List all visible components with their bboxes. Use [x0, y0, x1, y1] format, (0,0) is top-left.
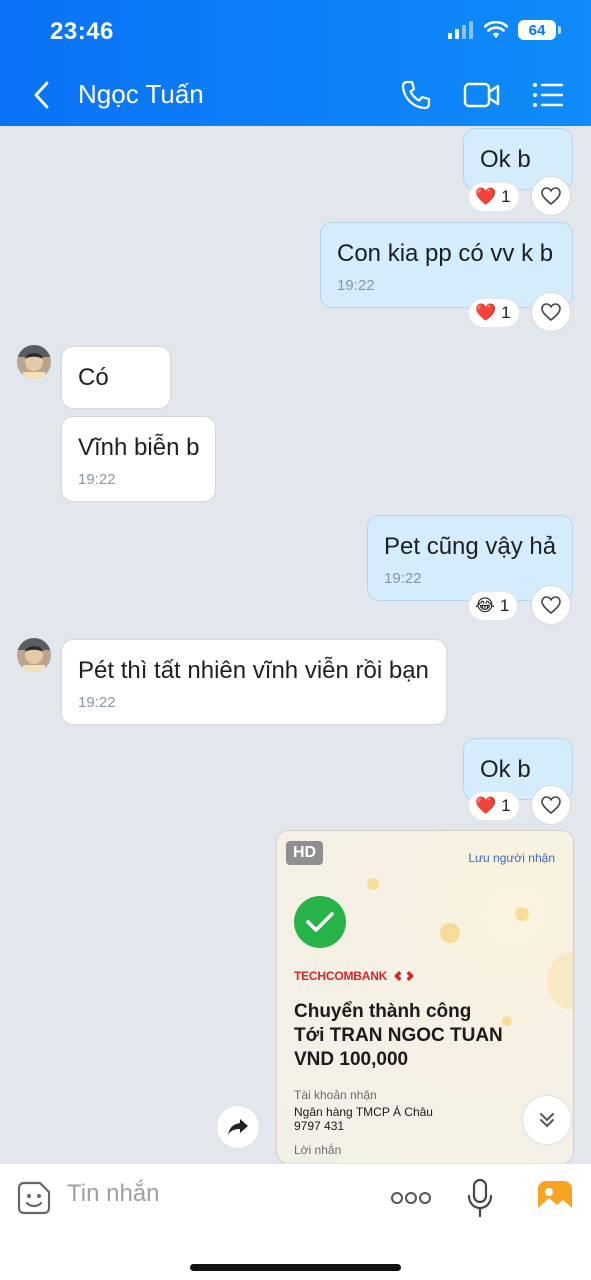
wifi-icon [484, 21, 508, 38]
decorative-coin [502, 1016, 512, 1026]
account-label: Tài khoản nhận [294, 1088, 377, 1102]
double-chevron-down-icon [540, 1113, 554, 1128]
message-text: Pét thì tất nhiên vĩnh viễn rồi bạn [78, 657, 429, 684]
contact-avatar[interactable] [17, 638, 51, 672]
home-indicator [190, 1264, 401, 1271]
hd-badge[interactable]: HD [286, 841, 324, 865]
list-menu-icon [533, 83, 564, 107]
battery-level: 64 [518, 20, 556, 40]
reaction-count: 1 [501, 796, 511, 815]
message-input[interactable]: Tin nhắn [67, 1180, 160, 1208]
heart-outline-icon [541, 303, 561, 322]
reaction-count: 1 [501, 187, 511, 206]
chevron-left-icon [34, 81, 49, 109]
message-time: 19:22 [78, 471, 116, 488]
reaction-badge[interactable]: ❤️ 1 [469, 299, 519, 327]
decorative-coin [367, 878, 379, 890]
bank-name: TECHCOMBANK [294, 969, 388, 983]
status-icons: 64 [448, 20, 561, 40]
message-time: 19:22 [384, 570, 422, 587]
chat-options-button[interactable] [526, 74, 570, 116]
forward-button[interactable] [216, 1105, 260, 1149]
message-time: 19:22 [337, 277, 375, 294]
message-text: Ok b [480, 756, 531, 783]
message-text: Pet cũng vậy hả [384, 533, 557, 560]
status-time: 23:46 [50, 18, 114, 45]
incoming-message[interactable]: Có [61, 346, 171, 409]
more-options-button[interactable] [390, 1186, 434, 1210]
reaction-badge[interactable]: 😂 1 [469, 592, 518, 620]
heart-outline-icon [541, 796, 561, 815]
heart-outline-icon [541, 596, 561, 615]
decorative-coin [547, 951, 573, 1011]
decorative-coin [440, 923, 460, 943]
microphone-icon [467, 1178, 493, 1218]
battery-icon: 64 [518, 20, 561, 40]
react-button[interactable] [531, 785, 571, 825]
laughing-reaction-icon: 😂 [475, 596, 495, 615]
reaction-count: 1 [499, 596, 510, 615]
heart-reaction-icon: ❤️ [475, 796, 497, 815]
decorative-coin [515, 907, 529, 921]
message-time: 19:22 [78, 694, 116, 711]
message-text: Vĩnh biễn b [78, 434, 200, 461]
contact-avatar[interactable] [17, 345, 51, 379]
voice-record-button[interactable] [466, 1178, 494, 1218]
success-check-icon [294, 896, 346, 948]
back-button[interactable] [20, 74, 64, 116]
heart-outline-icon [541, 187, 561, 206]
account-bank: Ngân hàng TMCP Á Châu [294, 1105, 433, 1119]
react-button[interactable] [531, 292, 571, 332]
incoming-message[interactable]: Vĩnh biễn b 19:22 [61, 416, 216, 502]
message-text: Ok b [480, 146, 531, 173]
save-recipient-link: Lưu người nhận [468, 851, 555, 865]
scroll-to-bottom-button[interactable] [522, 1095, 572, 1145]
more-dots-icon [391, 1192, 431, 1204]
transfer-status-title: Chuyển thành công [294, 1001, 472, 1022]
techcombank-logo: TECHCOMBANK [294, 969, 415, 983]
message-text: Con kia pp có vv k b [337, 240, 554, 267]
account-number: 9797 431 [294, 1119, 345, 1133]
contact-name[interactable]: Ngọc Tuấn [78, 79, 204, 110]
photo-picker-button[interactable] [537, 1180, 573, 1216]
reaction-count: 1 [501, 303, 511, 322]
heart-reaction-icon: ❤️ [475, 187, 497, 206]
video-call-button[interactable] [460, 74, 504, 116]
signal-icon [448, 21, 473, 39]
sticker-button[interactable] [16, 1180, 52, 1216]
voice-call-button[interactable] [394, 74, 438, 116]
reaction-badge[interactable]: ❤️ 1 [469, 792, 519, 820]
avatar-photo [17, 638, 51, 672]
message-label: Lời nhắn [294, 1143, 342, 1157]
chat-header: 23:46 64 Ngọc Tuấn [0, 0, 591, 126]
message-text: Có [78, 364, 109, 391]
avatar-photo [17, 345, 51, 379]
incoming-message[interactable]: Pét thì tất nhiên vĩnh viễn rồi bạn 19:2… [61, 639, 447, 725]
video-camera-icon [463, 82, 500, 108]
message-composer: Tin nhắn [0, 1163, 591, 1280]
sticker-icon [17, 1181, 51, 1215]
phone-icon [401, 80, 431, 110]
outgoing-message[interactable]: Con kia pp có vv k b 19:22 [320, 222, 573, 308]
recipient-line: Tới TRAN NGOC TUAN [294, 1025, 503, 1046]
react-button[interactable] [531, 176, 571, 216]
heart-reaction-icon: ❤️ [475, 303, 497, 322]
transfer-amount: VND 100,000 [294, 1049, 409, 1070]
image-gallery-icon [538, 1181, 572, 1215]
techcombank-mark-icon [394, 971, 415, 981]
forward-arrow-icon [228, 1119, 248, 1135]
react-button[interactable] [531, 585, 571, 625]
reaction-badge[interactable]: ❤️ 1 [469, 183, 519, 211]
